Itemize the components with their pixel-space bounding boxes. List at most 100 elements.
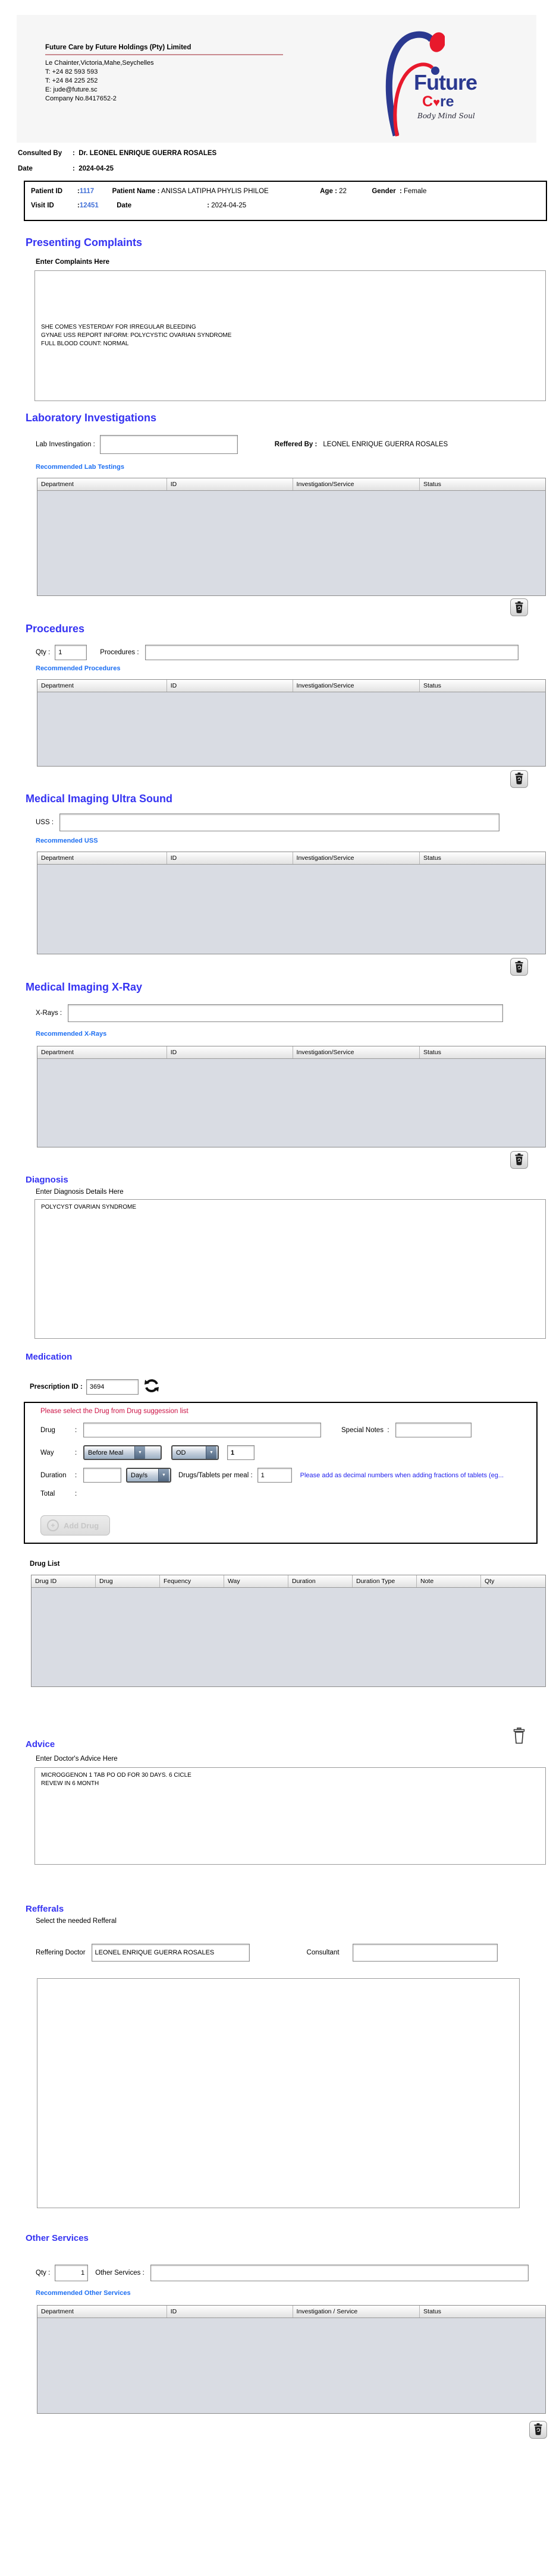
trash-icon — [512, 1727, 526, 1745]
column-header: ID — [167, 2306, 293, 2318]
recommended-uss-link[interactable]: Recommended USS — [36, 837, 98, 844]
lab-delete-button[interactable] — [510, 598, 528, 616]
refferals-sublabel: Select the needed Refferal — [36, 1918, 553, 1925]
special-notes-input[interactable] — [395, 1423, 472, 1437]
prescription-id-input[interactable] — [86, 1379, 139, 1395]
other-services-table: Department ID Investigation / Service St… — [37, 2305, 546, 2414]
procedures-delete-button[interactable] — [510, 770, 528, 788]
column-header: Department — [37, 852, 167, 864]
refferal-list-box[interactable] — [37, 1978, 520, 2208]
column-header: Department — [37, 478, 167, 490]
column-header: Note — [417, 1575, 481, 1587]
column-header: Fequency — [160, 1575, 224, 1587]
per-meal-label: Drugs/Tablets per meal — [178, 1472, 249, 1479]
consulted-by-label: Consulted By — [18, 150, 73, 157]
xray-heading: Medical Imaging X-Ray — [26, 981, 553, 994]
advice-textarea[interactable]: MICROGGENON 1 TAB PO OD FOR 30 DAYS. 6 C… — [34, 1767, 546, 1865]
drug-list-table-body[interactable] — [32, 1588, 545, 1686]
trash-icon — [513, 960, 525, 973]
other-services-delete-button[interactable] — [529, 2421, 547, 2439]
duration-label: Duration — [40, 1472, 75, 1479]
logo-care-text: C♥re — [422, 94, 477, 109]
company-number: Company No.8417652-2 — [45, 94, 283, 103]
drug-list-table: Drug ID Drug Fequency Way Duration Durat… — [31, 1575, 546, 1687]
patient-id-value: 1117 — [80, 188, 94, 195]
other-services-table-header: Department ID Investigation / Service St… — [37, 2306, 545, 2318]
xray-table-body[interactable] — [37, 1059, 545, 1147]
recommended-lab-testings-link[interactable]: Recommended Lab Testings — [36, 464, 124, 471]
lab-heading: Laboratory Investigations — [26, 412, 553, 424]
consultant-input[interactable] — [353, 1944, 498, 1962]
column-header: Qty — [481, 1575, 545, 1587]
plus-icon: + — [47, 1519, 59, 1531]
logo-heart-icon: ♥ — [433, 96, 440, 109]
column-header: ID — [167, 680, 293, 692]
advice-delete-button[interactable] — [510, 1726, 528, 1746]
column-header: Status — [420, 680, 545, 692]
duration-input[interactable] — [83, 1468, 121, 1483]
reffering-doctor-input[interactable] — [92, 1944, 250, 1962]
special-notes-label: Special Notes — [341, 1427, 384, 1434]
procedures-input[interactable] — [145, 645, 519, 660]
duration-unit-select[interactable]: Day/s▼ — [126, 1468, 171, 1483]
recommended-procedures-link[interactable]: Recommended Procedures — [36, 665, 120, 672]
prescription-id-label: Prescription ID — [30, 1383, 78, 1391]
consult-date-value: 2024-04-25 — [78, 165, 114, 172]
lab-investigation-input[interactable] — [100, 435, 238, 454]
lab-table-header: Department ID Investigation/Service Stat… — [37, 478, 545, 491]
xray-delete-button[interactable] — [510, 1151, 528, 1169]
uss-table-body[interactable] — [37, 865, 545, 954]
frequency-select[interactable]: OD▼ — [171, 1445, 219, 1460]
complaints-textarea[interactable]: SHE COMES YESTERDAY FOR IRREGULAR BLEEDI… — [34, 270, 546, 401]
procedures-table-body[interactable] — [37, 692, 545, 766]
refferals-heading: Refferals — [26, 1904, 553, 1914]
logo-future-text: Future — [414, 72, 477, 93]
company-name: Future Care by Future Holdings (Pty) Lim… — [45, 43, 283, 55]
xray-table-header: Department ID Investigation/Service Stat… — [37, 1046, 545, 1059]
diagnosis-textarea[interactable]: POLYCYST OVARIAN SYNDROME — [34, 1199, 546, 1339]
drug-input[interactable] — [83, 1423, 321, 1437]
drug-entry-box: Please select the Drug from Drug suggess… — [24, 1402, 538, 1544]
drug-label: Drug — [40, 1427, 75, 1434]
column-header: Way — [224, 1575, 288, 1587]
lab-table-body[interactable] — [37, 491, 545, 595]
reffering-doctor-label: Reffering Doctor — [36, 1949, 86, 1956]
consultant-label: Consultant — [307, 1949, 340, 1956]
lab-table: Department ID Investigation/Service Stat… — [37, 478, 546, 596]
column-header: Duration Type — [353, 1575, 417, 1587]
consulted-by-value: Dr. LEONEL ENRIQUE GUERRA ROSALES — [78, 150, 216, 157]
xray-input[interactable] — [68, 1004, 503, 1022]
drug-list-table-header: Drug ID Drug Fequency Way Duration Durat… — [32, 1575, 545, 1588]
uss-input-label: USS — [36, 819, 50, 826]
recommended-xrays-link[interactable]: Recommended X-Rays — [36, 1030, 106, 1038]
patient-id-label: Patient ID — [31, 188, 77, 195]
uss-delete-button[interactable] — [510, 958, 528, 976]
other-services-input[interactable] — [150, 2265, 529, 2281]
meal-timing-select[interactable]: Before Meal▼ — [83, 1445, 162, 1460]
other-qty-input[interactable] — [55, 2265, 88, 2281]
procedures-qty-input[interactable] — [55, 645, 87, 660]
way-qty-input[interactable] — [227, 1445, 254, 1460]
other-services-table-body[interactable] — [37, 2318, 545, 2413]
column-header: Drug ID — [32, 1575, 96, 1587]
column-header: Drug — [96, 1575, 160, 1587]
drug-warning-text: Please select the Drug from Drug suggess… — [40, 1408, 536, 1415]
refresh-prescription-button[interactable] — [143, 1377, 160, 1396]
refresh-icon — [143, 1377, 160, 1394]
column-header: ID — [167, 478, 293, 490]
xray-input-label: X-Rays — [36, 1010, 58, 1017]
reffered-by-label: Reffered By — [275, 441, 313, 448]
chevron-down-icon: ▼ — [158, 1469, 169, 1481]
total-label: Total — [40, 1490, 75, 1497]
diagnosis-heading: Diagnosis — [26, 1175, 553, 1185]
xray-table: Department ID Investigation/Service Stat… — [37, 1046, 546, 1147]
column-header: ID — [167, 1046, 293, 1058]
uss-input[interactable] — [59, 814, 499, 831]
column-header: Investigation/Service — [293, 478, 420, 490]
uss-heading: Medical Imaging Ultra Sound — [26, 793, 553, 805]
recommended-other-services-link[interactable]: Recommended Other Services — [36, 2290, 131, 2297]
per-meal-input[interactable] — [257, 1468, 292, 1483]
add-drug-button[interactable]: +Add Drug — [40, 1515, 110, 1535]
medication-heading: Medication — [26, 1352, 553, 1362]
future-care-logo: Future C♥re Body Mind Soul — [373, 20, 534, 141]
